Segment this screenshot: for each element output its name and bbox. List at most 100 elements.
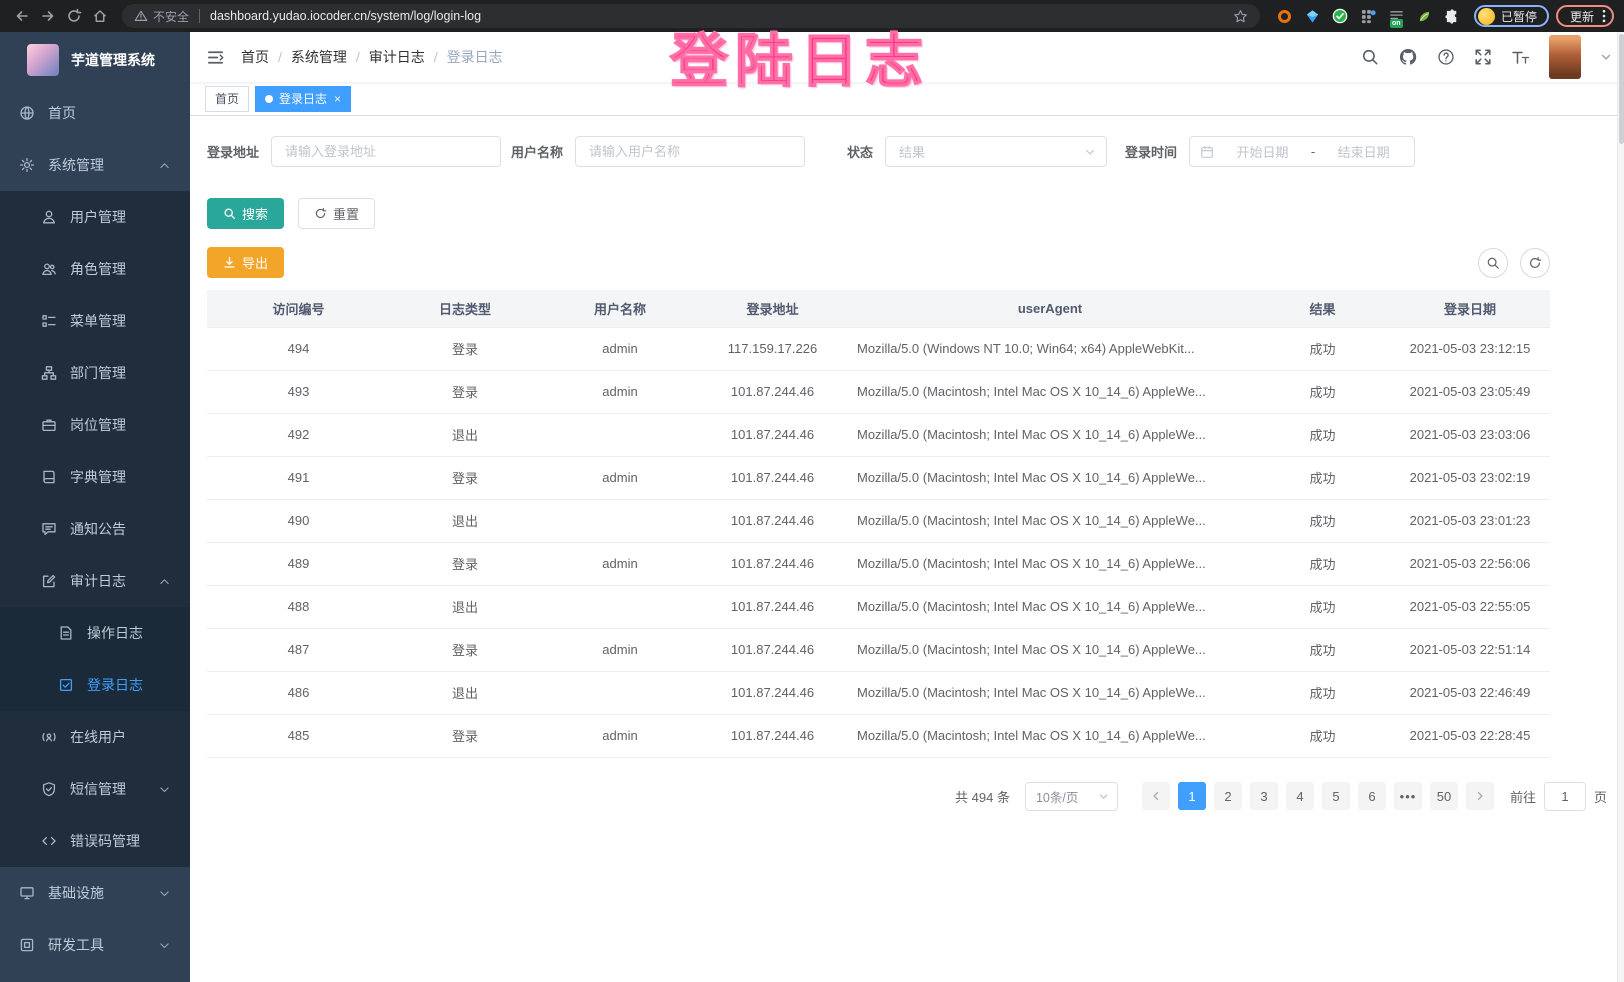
scrollbar-thumb[interactable]	[1619, 34, 1624, 144]
search-button[interactable]: 搜索	[207, 198, 284, 229]
breadcrumb-system[interactable]: 系统管理	[291, 47, 347, 67]
address-bar[interactable]: 不安全 dashboard.yudao.iocoder.cn/system/lo…	[122, 4, 1260, 28]
sidebar-item-label: 角色管理	[70, 259, 126, 279]
page-button[interactable]: 50	[1430, 782, 1458, 810]
cell-user: admin	[540, 714, 700, 757]
cell-user: admin	[540, 327, 700, 370]
next-page-icon[interactable]	[1466, 782, 1494, 810]
chevron-up-icon	[158, 159, 171, 172]
sidebar-item[interactable]: 研发工具	[0, 919, 190, 971]
sidebar-item[interactable]: 岗位管理	[0, 399, 190, 451]
extension-list-on-icon[interactable]: on	[1388, 8, 1405, 25]
page-size-select[interactable]: 10条/页	[1025, 782, 1118, 811]
bookmark-star-icon[interactable]	[1233, 9, 1248, 24]
fullscreen-icon[interactable]	[1474, 48, 1492, 66]
cell-user: admin	[540, 628, 700, 671]
search-icon[interactable]	[1361, 48, 1379, 66]
cell-ua: Mozilla/5.0 (Macintosh; Intel Mac OS X 1…	[845, 585, 1255, 628]
sidebar-item[interactable]: 通知公告	[0, 503, 190, 555]
sidebar-item[interactable]: 操作日志	[0, 607, 190, 659]
sidebar-item[interactable]: 系统管理	[0, 139, 190, 191]
browser-profile-chip[interactable]: 已暂停	[1474, 5, 1549, 27]
page-button[interactable]: 4	[1286, 782, 1314, 810]
page-button[interactable]: 5	[1322, 782, 1350, 810]
security-status[interactable]: 不安全	[134, 8, 189, 25]
page-button[interactable]: 6	[1358, 782, 1386, 810]
sidebar-item[interactable]: 错误码管理	[0, 815, 190, 867]
help-icon[interactable]	[1437, 48, 1455, 66]
date-range-picker[interactable]: 开始日期 - 结束日期	[1189, 136, 1415, 167]
breadcrumb-audit[interactable]: 审计日志	[369, 47, 425, 67]
security-label: 不安全	[153, 8, 189, 25]
github-icon[interactable]	[1398, 47, 1418, 67]
close-icon[interactable]: ×	[334, 93, 341, 105]
sidebar-item[interactable]: 部门管理	[0, 347, 190, 399]
extension-green-circle-icon[interactable]	[1332, 8, 1349, 25]
sidebar-item[interactable]: 基础设施	[0, 867, 190, 919]
prev-page-icon[interactable]	[1142, 782, 1170, 810]
table-row: 489登录admin101.87.244.46Mozilla/5.0 (Maci…	[207, 542, 1550, 585]
sidebar-item[interactable]: 字典管理	[0, 451, 190, 503]
extension-orange-icon[interactable]	[1276, 8, 1293, 25]
scrollbar[interactable]	[1617, 32, 1624, 982]
page-button[interactable]: 3	[1250, 782, 1278, 810]
column-header: 结果	[1255, 290, 1390, 327]
cell-type: 退出	[390, 585, 540, 628]
browser-back-icon[interactable]	[10, 4, 34, 28]
reset-button[interactable]: 重置	[298, 198, 375, 229]
sidebar-item[interactable]: 短信管理	[0, 763, 190, 815]
tab-login-log[interactable]: 登录日志×	[255, 86, 351, 112]
user-avatar[interactable]	[1549, 35, 1581, 79]
page-content: 登录地址 用户名称 状态 结果 登录时间 开始日期 - 结束日期	[190, 116, 1624, 982]
kebab-menu-icon[interactable]	[1602, 9, 1606, 23]
goto-page-input[interactable]	[1544, 782, 1586, 811]
page-button[interactable]: 1	[1178, 782, 1206, 810]
export-button[interactable]: 导出	[207, 247, 284, 278]
goto-suffix: 页	[1594, 787, 1607, 806]
sidebar-item-label: 岗位管理	[70, 415, 126, 435]
sidebar-item[interactable]: 在线用户	[0, 711, 190, 763]
chevron-down-icon[interactable]	[1600, 51, 1612, 63]
cell-ua: Mozilla/5.0 (Windows NT 10.0; Win64; x64…	[845, 327, 1255, 370]
browser-home-icon[interactable]	[88, 4, 112, 28]
username-input[interactable]	[575, 136, 805, 167]
hamburger-icon[interactable]	[190, 48, 241, 67]
extension-gem-icon[interactable]	[1304, 8, 1321, 25]
browser-update-button[interactable]: 更新	[1556, 5, 1614, 27]
browser-forward-icon[interactable]	[36, 4, 60, 28]
browser-reload-icon[interactable]	[62, 4, 86, 28]
sidebar-item[interactable]: 菜单管理	[0, 295, 190, 347]
cell-date: 2021-05-03 22:56:06	[1390, 542, 1550, 585]
font-size-icon[interactable]	[1511, 49, 1530, 66]
sidebar-item[interactable]: 角色管理	[0, 243, 190, 295]
cell-id: 486	[207, 671, 390, 714]
refresh-table-icon[interactable]	[1520, 248, 1550, 278]
extension-leaf-icon[interactable]	[1416, 8, 1433, 25]
sidebar-item[interactable]: 登录日志	[0, 659, 190, 711]
page-ellipsis[interactable]: •••	[1394, 782, 1422, 810]
extensions-puzzle-icon[interactable]	[1444, 8, 1461, 25]
sidebar-item[interactable]: 用户管理	[0, 191, 190, 243]
cell-id: 489	[207, 542, 390, 585]
page-button[interactable]: 2	[1214, 782, 1242, 810]
table-tools	[1478, 248, 1550, 278]
cell-address: 101.87.244.46	[700, 585, 845, 628]
sidebar-item[interactable]: 首页	[0, 87, 190, 139]
sidebar-item-label: 短信管理	[70, 779, 126, 799]
url-text[interactable]: dashboard.yudao.iocoder.cn/system/log/lo…	[210, 9, 1233, 23]
extension-grid-icon[interactable]	[1360, 8, 1377, 25]
breadcrumb-home[interactable]: 首页	[241, 47, 269, 67]
user-icon	[41, 209, 57, 225]
cell-result: 成功	[1255, 714, 1390, 757]
status-select[interactable]: 结果	[885, 136, 1107, 167]
login-address-input[interactable]	[271, 136, 501, 167]
app-logo[interactable]: 芋道管理系统	[0, 32, 190, 87]
cell-type: 登录	[390, 370, 540, 413]
toggle-search-icon[interactable]	[1478, 248, 1508, 278]
calendar-icon	[1200, 145, 1214, 159]
cell-type: 登录	[390, 456, 540, 499]
sidebar-item[interactable]: 审计日志	[0, 555, 190, 607]
cell-result: 成功	[1255, 370, 1390, 413]
active-dot	[265, 95, 273, 103]
tab-home[interactable]: 首页	[205, 86, 249, 112]
